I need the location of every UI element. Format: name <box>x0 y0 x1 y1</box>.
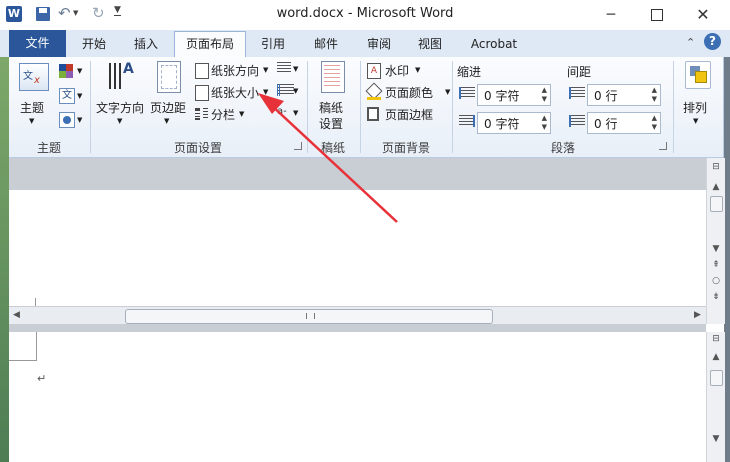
annotation-arrow <box>258 93 398 223</box>
annotation-arrow-line <box>269 103 398 223</box>
annotation-arrow-head <box>258 93 284 114</box>
